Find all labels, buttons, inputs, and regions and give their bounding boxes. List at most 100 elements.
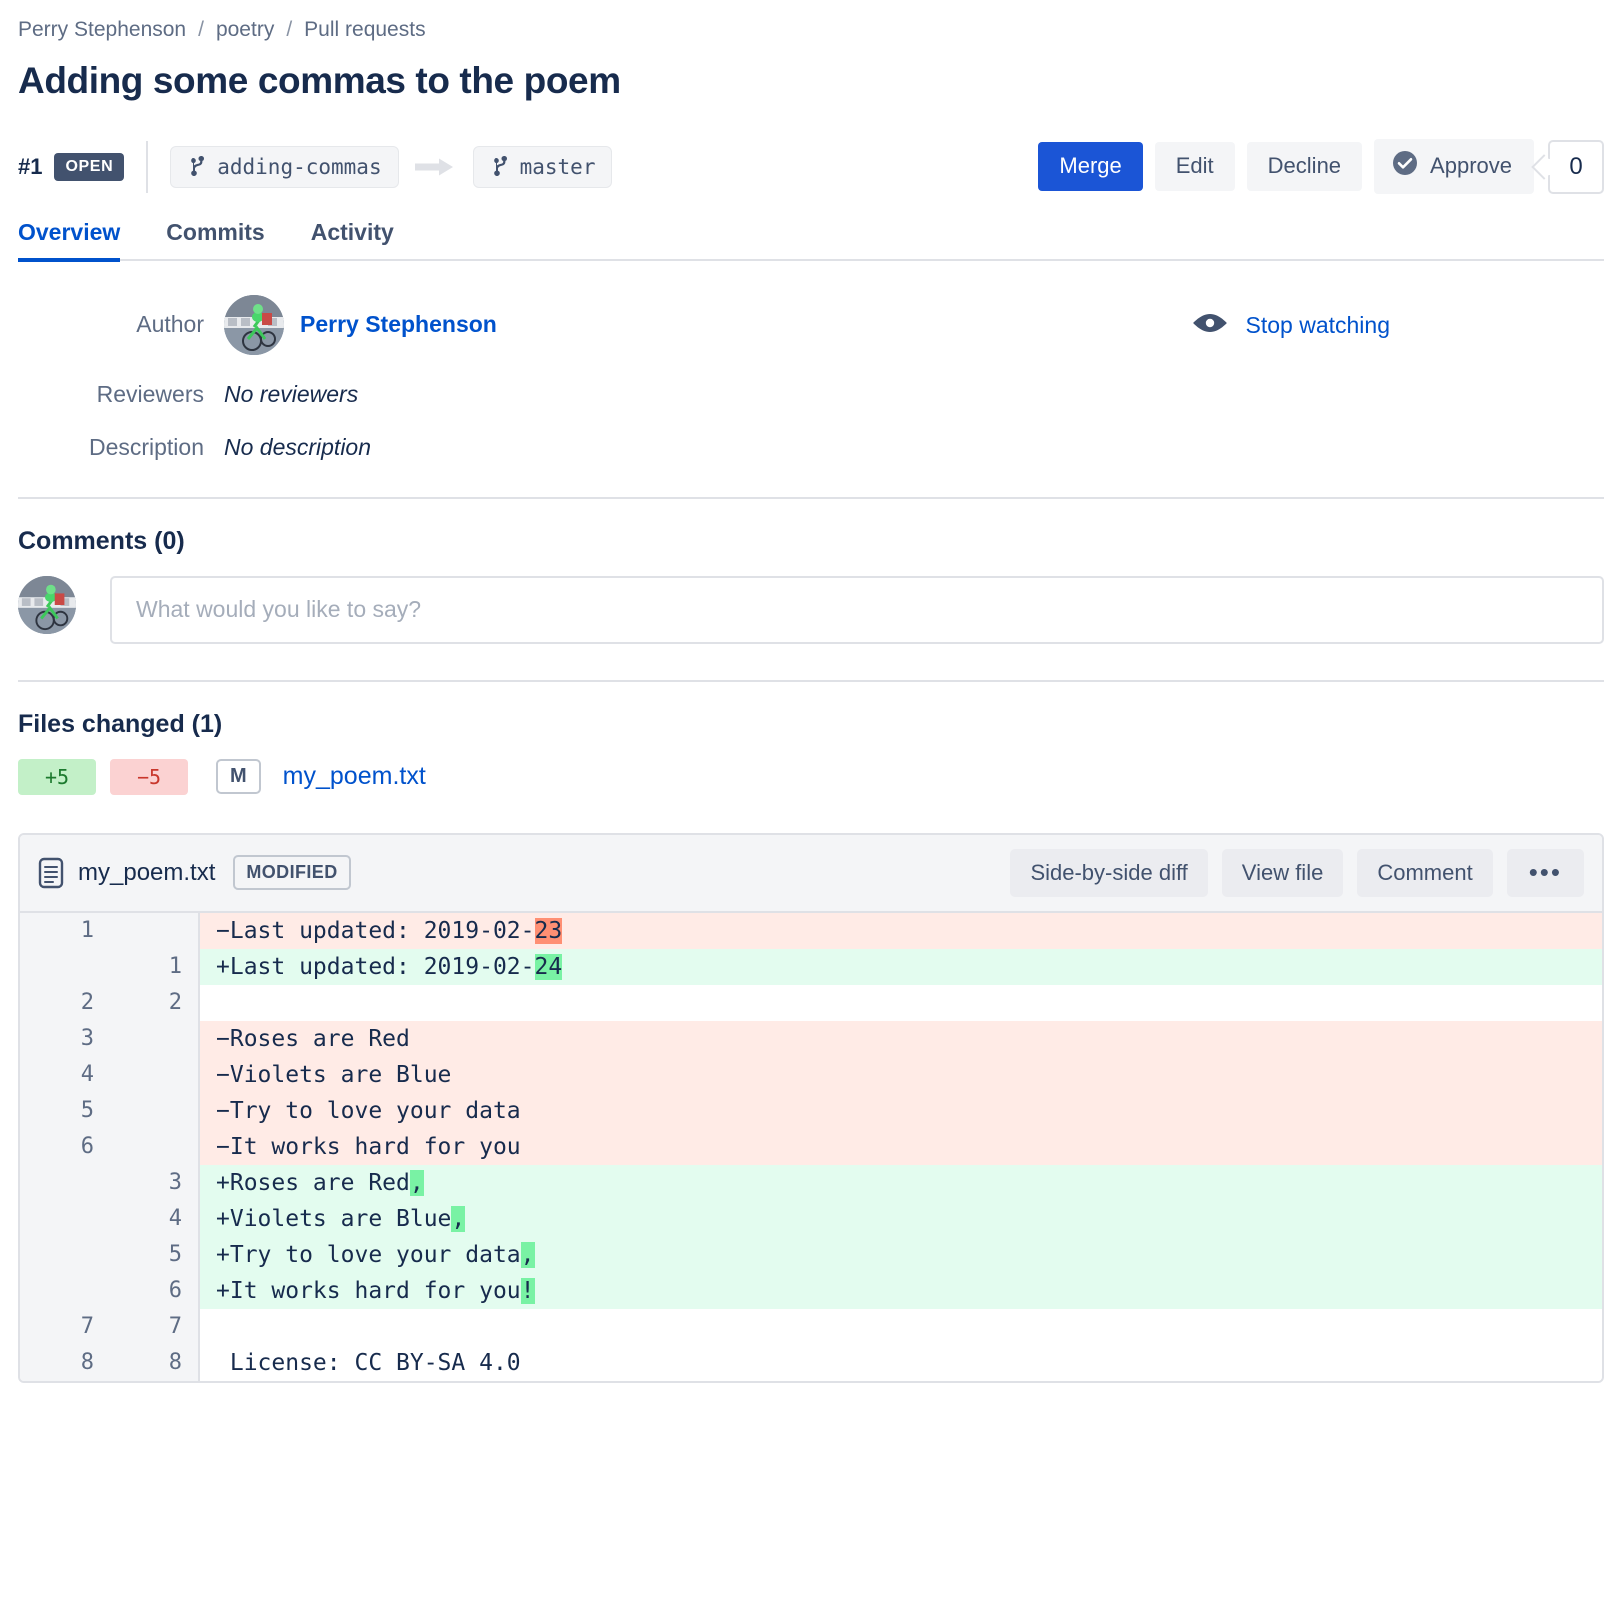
diff-line-number-old [20,1164,110,1201]
deletions-chip: −5 [110,758,188,795]
diff-line-number-old: 5 [20,1092,110,1129]
diff-line-content: −Roses are Red [200,1020,1602,1057]
target-branch-pill[interactable]: master [472,145,613,188]
arrow-right-icon [414,156,457,178]
decline-button[interactable]: Decline [1246,142,1363,191]
diff-body: 1 −Last updated: 2019-02-23 1 +Last updated… [20,912,1602,1381]
file-link[interactable]: my_poem.txt [283,762,426,791]
diff-word-highlight: , [451,1205,466,1232]
view-file-button[interactable]: View file [1221,848,1344,897]
diff-line-number-old: 8 [20,1344,110,1381]
target-branch-label: master [519,154,596,179]
eye-icon [1192,311,1228,340]
avatar[interactable] [18,575,76,634]
branch-icon [187,155,207,179]
diff-line-number-new: 3 [110,1164,200,1201]
file-icon [38,857,64,889]
description-value: No description [224,433,372,460]
breadcrumb-item-owner[interactable]: Perry Stephenson [18,18,186,42]
breadcrumb-item-repo[interactable]: poetry [216,18,274,42]
diff-line-number-new: 7 [110,1308,200,1345]
avatar[interactable] [224,294,284,355]
reviewers-row: Reviewers No reviewers [18,381,1604,408]
diff-line-number-new [110,912,200,949]
pull-request-page: Perry Stephenson / poetry / Pull request… [0,0,1622,1383]
author-link[interactable]: Perry Stephenson [300,311,497,337]
diff-line-number-new: 5 [110,1236,200,1273]
tab-activity[interactable]: Activity [311,219,394,262]
diff-line-number-new: 8 [110,1344,200,1381]
diff-line-number-old [20,948,110,985]
approve-label: Approve [1430,153,1512,179]
breadcrumb-separator: / [198,18,204,41]
diff-line-content [200,1308,1602,1345]
comment-composer [18,575,1604,644]
source-branch-pill[interactable]: adding-commas [170,145,399,188]
diff-line-number-old: 1 [20,912,110,949]
diff-line: 5 +Try to love your data, [20,1236,1602,1273]
side-by-side-diff-button[interactable]: Side-by-side diff [1010,848,1208,897]
edit-button[interactable]: Edit [1154,142,1235,191]
diff-filename: my_poem.txt [78,858,216,886]
diff-line: 1 −Last updated: 2019-02-23 [20,912,1602,949]
divider [146,140,149,193]
tab-commits[interactable]: Commits [166,219,264,262]
comments-heading: Comments (0) [18,526,185,555]
page-title: Adding some commas to the poem [18,60,621,101]
merge-button[interactable]: Merge [1038,142,1143,191]
more-options-icon[interactable]: ••• [1506,848,1584,897]
comments-section: Comments (0) [18,527,1604,644]
diff-line-content: −Violets are Blue [200,1056,1602,1093]
divider [18,496,1604,499]
approve-button[interactable]: Approve [1374,139,1534,194]
reviewers-label: Reviewers [96,380,204,407]
diff-line-number-old: 4 [20,1056,110,1093]
diff-line: 3 +Roses are Red, [20,1164,1602,1201]
files-changed-heading: Files changed (1) [18,709,223,738]
diff-header-actions: Side-by-side diff View file Comment ••• [1010,848,1584,897]
reviewers-value: No reviewers [224,380,359,407]
branch-icon [490,155,510,179]
diff-line: 88 License: CC BY-SA 4.0 [20,1344,1602,1381]
diff-line-content: +It works hard for you! [200,1272,1602,1309]
diff-line-number-new [110,1020,200,1057]
comment-input-wrapper[interactable] [110,575,1604,644]
additions-chip: +5 [18,758,96,795]
diff-line-content: +Roses are Red, [200,1164,1602,1201]
diff-line-number-old [20,1272,110,1309]
diff-line-number-old: 7 [20,1308,110,1345]
description-label: Description [88,433,204,460]
breadcrumb-item-pull-requests[interactable]: Pull requests [304,18,425,42]
diff-line-content: +Last updated: 2019-02-24 [200,948,1602,985]
diff-line-number-new [110,1092,200,1129]
stop-watching-button[interactable]: Stop watching [1192,311,1390,340]
stop-watching-label: Stop watching [1245,311,1390,338]
diff-line: 5 −Try to love your data [20,1092,1602,1129]
tab-overview[interactable]: Overview [18,219,121,262]
diff-word-highlight: 23 [534,917,563,944]
comment-button[interactable]: Comment [1357,848,1493,897]
diff-line: 4 −Violets are Blue [20,1056,1602,1093]
diff-status-tag: MODIFIED [233,855,351,891]
diff-line-number-new: 4 [110,1200,200,1237]
source-branch-label: adding-commas [217,154,382,179]
diff-line-content: License: CC BY-SA 4.0 [200,1344,1602,1381]
diff-line-number-new [110,1056,200,1093]
check-circle-icon [1392,150,1418,182]
author-label: Author [136,311,204,338]
diff-line: 6 −It works hard for you [20,1128,1602,1165]
diff-line-content: +Violets are Blue, [200,1200,1602,1237]
status-badge: OPEN [54,152,125,181]
diff-line-content: −Last updated: 2019-02-23 [200,912,1602,949]
comment-input[interactable] [134,595,1580,625]
file-status-letter: M [216,759,261,795]
pr-number: #1 [18,153,43,179]
pr-tabs: Overview Commits Activity [18,213,1604,262]
description-row: Description No description [18,434,1604,461]
diff-line-number-old: 2 [20,984,110,1021]
diff-line-number-new: 2 [110,984,200,1021]
approve-count-badge: 0 [1531,139,1604,194]
diff-line-content: +Try to love your data, [200,1236,1602,1273]
diff-line-number-new: 6 [110,1272,200,1309]
author-name: Perry Stephenson [300,311,497,338]
